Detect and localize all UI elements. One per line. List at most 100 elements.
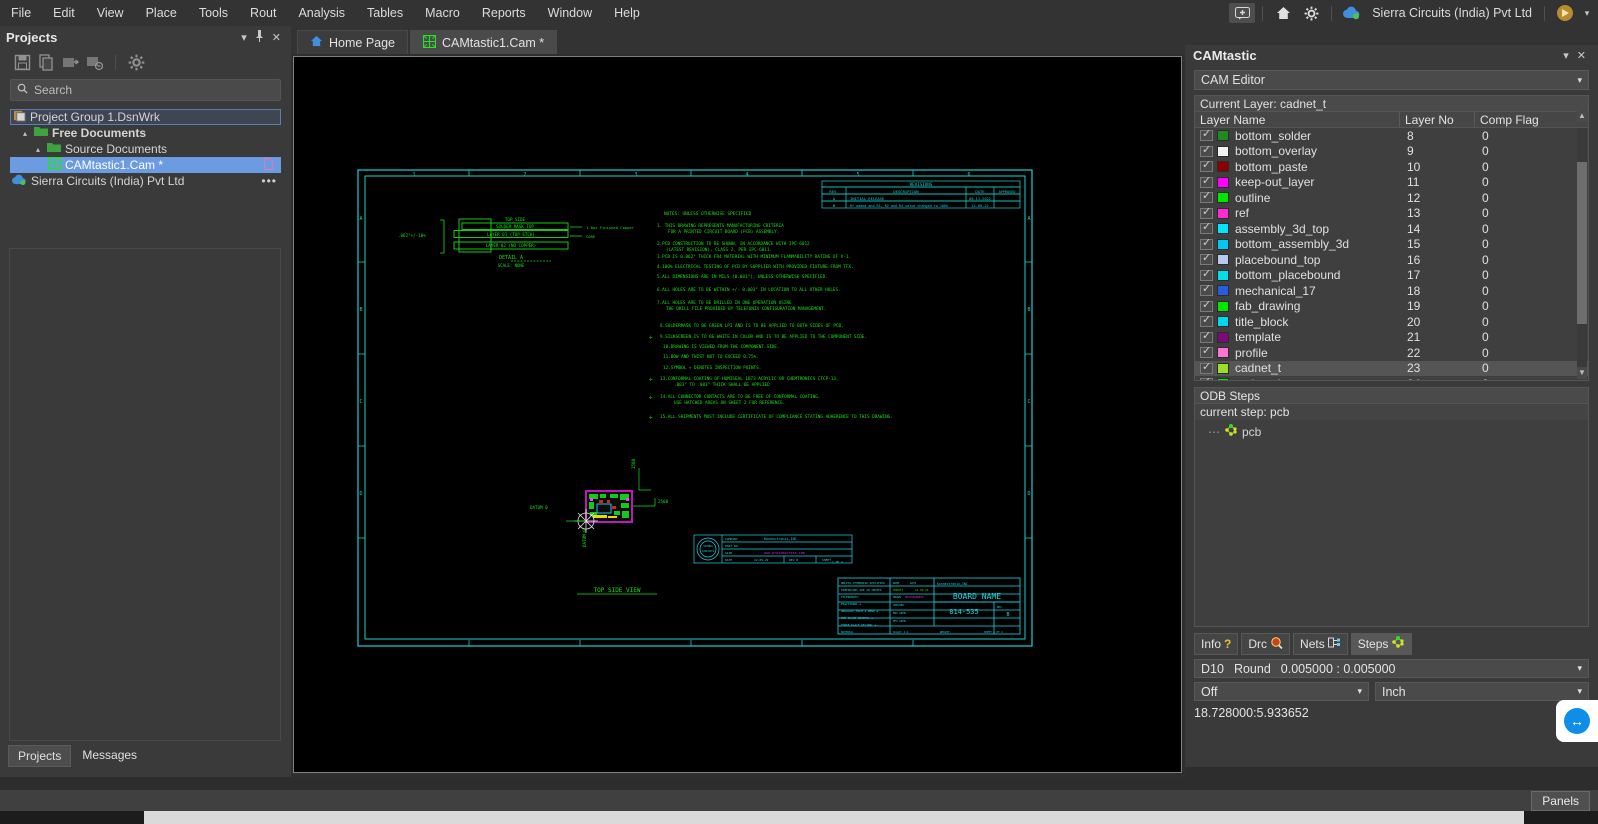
tree-item-camtastic-file[interactable]: CAMtastic1.Cam * (10, 156, 281, 173)
menu-tables[interactable]: Tables (356, 3, 414, 23)
menu-edit[interactable]: Edit (42, 3, 86, 23)
layer-color-swatch[interactable] (1217, 378, 1229, 380)
units-select[interactable]: Inch ▾ (1375, 682, 1589, 701)
panels-button[interactable]: Panels (1531, 790, 1590, 811)
layer-color-swatch[interactable] (1217, 254, 1229, 266)
tree-item-account[interactable]: Sierra Circuits (India) Pvt Ltd ••• (10, 173, 281, 189)
layer-visibility-checkbox[interactable] (1200, 189, 1213, 204)
layer-color-swatch[interactable] (1217, 269, 1229, 281)
search-input[interactable]: Search (10, 79, 281, 101)
layer-visibility-checkbox[interactable] (1200, 127, 1213, 142)
layer-visibility-checkbox[interactable] (1200, 267, 1213, 281)
doc-tab-camtastic[interactable]: CAMtastic1.Cam * (410, 30, 558, 54)
menu-window[interactable]: Window (537, 3, 603, 23)
copy-icon[interactable] (38, 53, 55, 71)
save-icon[interactable] (14, 54, 31, 71)
layer-visibility-checkbox[interactable] (1200, 143, 1213, 157)
chevron-down-icon[interactable]: ▾ (1577, 686, 1582, 697)
layer-color-swatch[interactable] (1217, 300, 1229, 312)
layer-row[interactable]: outline 12 0 (1195, 189, 1588, 206)
chevron-down-icon[interactable]: ▴ (33, 145, 43, 154)
layer-visibility-checkbox[interactable] (1200, 205, 1213, 219)
layer-color-swatch[interactable] (1217, 176, 1229, 188)
gear-icon[interactable] (128, 54, 145, 71)
chevron-down-icon[interactable]: ▾ (1577, 663, 1582, 674)
layer-color-swatch[interactable] (1217, 130, 1229, 142)
layer-color-swatch[interactable] (1217, 223, 1229, 235)
chevron-down-icon[interactable]: ▾ (1577, 75, 1582, 86)
odb-steps-tree[interactable]: ⋯ pcb (1195, 420, 1588, 626)
close-icon[interactable]: ✕ (268, 31, 285, 44)
layer-row[interactable]: bottom_paste 10 0 (1195, 158, 1588, 175)
layer-color-swatch[interactable] (1217, 331, 1229, 343)
tree-item-free-documents[interactable]: ▴ Free Documents (10, 125, 281, 141)
layer-list[interactable]: Current Layer: cadnet_t Layer Name Layer… (1194, 95, 1589, 381)
layer-row[interactable]: profile 22 0 (1195, 344, 1588, 361)
scrollbar-thumb[interactable] (1577, 162, 1587, 324)
layer-visibility-checkbox[interactable] (1200, 360, 1213, 374)
layer-color-swatch[interactable] (1217, 362, 1229, 374)
layer-row[interactable]: keep-out_layer 11 0 (1195, 174, 1588, 191)
layer-row[interactable]: bottom_assembly_3d 15 0 (1195, 236, 1588, 253)
panel-menu-icon[interactable]: ▾ (237, 31, 251, 44)
pin-icon[interactable] (251, 29, 268, 45)
layer-visibility-checkbox[interactable] (1200, 298, 1213, 312)
layer-visibility-checkbox[interactable] (1200, 174, 1213, 188)
menu-rout[interactable]: Rout (239, 3, 287, 23)
layer-row[interactable]: title_block 20 0 (1195, 313, 1588, 330)
dcode-select[interactable]: D10 Round 0.005000 : 0.005000 ▾ (1194, 659, 1589, 678)
chevron-down-icon[interactable]: ▴ (20, 129, 30, 138)
layer-visibility-checkbox[interactable] (1200, 344, 1213, 359)
layer-visibility-checkbox[interactable] (1200, 158, 1213, 173)
cam-canvas[interactable]: 123 456 ABCD ABCD REVISIONS REV. DESCRIP… (293, 56, 1182, 773)
layer-row[interactable]: bottom_placebound 17 0 (1195, 267, 1588, 284)
layer-visibility-checkbox[interactable] (1200, 282, 1213, 297)
layer-row[interactable]: template 21 0 (1195, 329, 1588, 346)
layer-visibility-checkbox[interactable] (1200, 329, 1213, 343)
layer-visibility-checkbox[interactable] (1200, 220, 1213, 235)
comment-plus-icon[interactable] (1229, 3, 1256, 23)
layer-color-swatch[interactable] (1217, 316, 1229, 328)
tab-messages[interactable]: Messages (73, 745, 147, 767)
layer-color-swatch[interactable] (1217, 192, 1229, 204)
tab-drc[interactable]: Drc (1241, 633, 1291, 655)
menu-help[interactable]: Help (603, 3, 651, 23)
layer-visibility-checkbox[interactable] (1200, 251, 1213, 266)
taskbar-window-preview[interactable] (144, 811, 1524, 824)
scroll-down-arrow[interactable]: ▼ (1577, 367, 1587, 379)
chevron-down-icon[interactable]: ▾ (1580, 3, 1594, 23)
layer-row[interactable]: bottom_overlay 9 0 (1195, 143, 1588, 160)
menu-analysis[interactable]: Analysis (287, 3, 356, 23)
chevron-down-icon[interactable]: ▾ (1357, 686, 1362, 697)
more-options-icon[interactable]: ••• (261, 174, 281, 188)
panel-menu-icon[interactable]: ▾ (1559, 49, 1573, 62)
account-name[interactable]: Sierra Circuits (India) Pvt Ltd (1367, 6, 1537, 20)
tab-projects[interactable]: Projects (8, 745, 72, 767)
layer-row[interactable]: bottom_solder 8 0 (1195, 127, 1588, 144)
layer-visibility-checkbox[interactable] (1200, 236, 1213, 250)
close-project-icon[interactable] (86, 54, 104, 71)
tab-info[interactable]: Info ? (1194, 633, 1239, 655)
tree-item-source-documents[interactable]: ▴ Source Documents (10, 141, 281, 157)
layer-color-swatch[interactable] (1217, 238, 1229, 250)
layer-color-swatch[interactable] (1217, 285, 1229, 297)
menu-macro[interactable]: Macro (414, 3, 471, 23)
layer-color-swatch[interactable] (1217, 207, 1229, 219)
layer-color-swatch[interactable] (1217, 145, 1229, 157)
cam-editor-select[interactable]: CAM Editor ▾ (1194, 70, 1589, 90)
menu-reports[interactable]: Reports (471, 3, 537, 23)
tree-item-project-group[interactable]: Project Group 1.DsnWrk (10, 109, 281, 125)
layer-list-scrollbar[interactable] (1577, 128, 1587, 367)
layer-visibility-checkbox[interactable] (1200, 313, 1213, 328)
layer-row[interactable]: cadnet_t 23 0 (1195, 360, 1588, 376)
tab-nets[interactable]: Nets (1293, 633, 1348, 655)
layer-row[interactable]: mechanical_17 18 0 (1195, 282, 1588, 299)
layer-visibility-checkbox[interactable] (1200, 375, 1213, 380)
layer-row[interactable]: cadnet_b240 (1195, 375, 1588, 380)
menu-tools[interactable]: Tools (188, 3, 239, 23)
layer-row[interactable]: assembly_3d_top 14 0 (1195, 220, 1588, 237)
scroll-up-arrow[interactable]: ▲ (1577, 110, 1587, 122)
layer-color-swatch[interactable] (1217, 161, 1229, 173)
user-avatar-icon[interactable] (1552, 3, 1578, 23)
layer-color-swatch[interactable] (1217, 347, 1229, 359)
